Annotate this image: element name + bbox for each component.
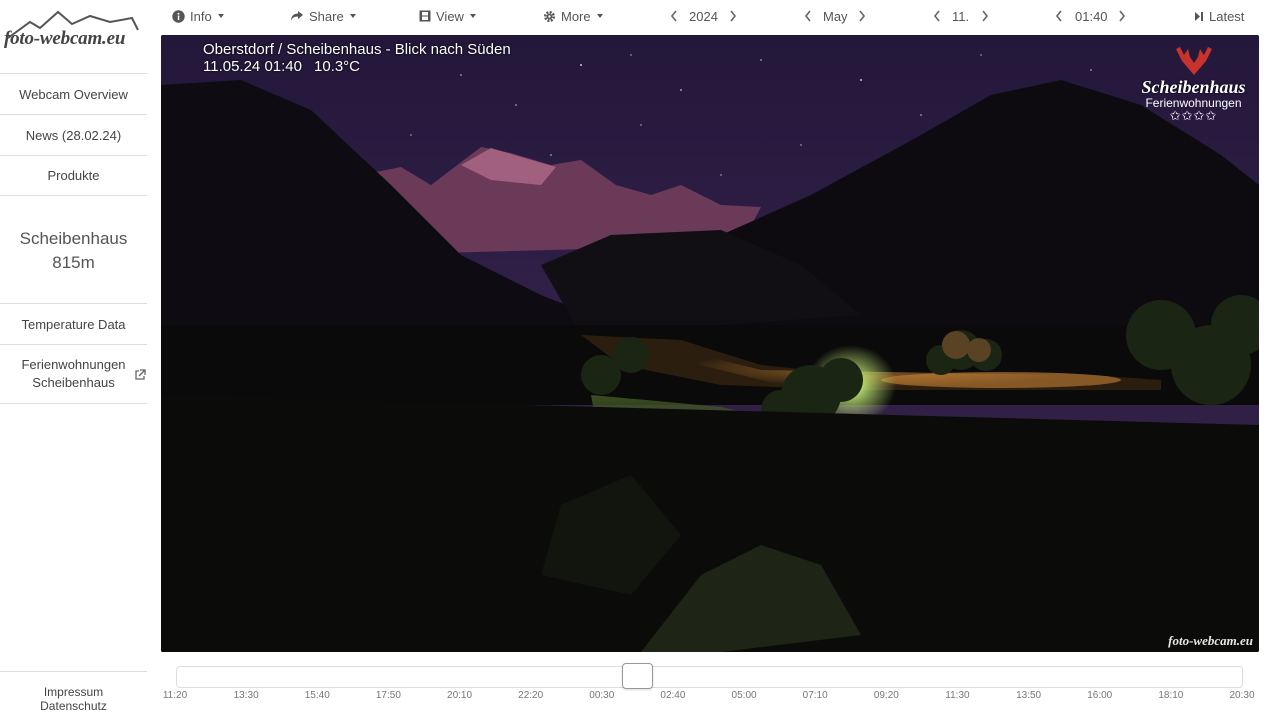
timeline-tick-label: 00:30 <box>589 690 615 701</box>
chevron-right-icon[interactable] <box>728 9 738 23</box>
timeline-tick-label: 07:10 <box>802 690 828 701</box>
sidebar: foto-webcam.eu Webcam Overview News (28.… <box>0 0 147 713</box>
share-menu-button[interactable]: Share <box>290 7 356 25</box>
image-title: Oberstdorf / Scheibenhaus - Blick nach S… <box>203 41 511 58</box>
webcam-scene <box>161 35 1259 652</box>
image-temperature: 10.3°C <box>313 58 361 75</box>
camera-altitude: 815m <box>52 252 95 272</box>
latest-label: Latest <box>1209 8 1245 24</box>
webcam-image[interactable]: Oberstdorf / Scheibenhaus - Blick nach S… <box>161 35 1259 652</box>
more-menu-button[interactable]: More <box>543 7 603 25</box>
info-label: Info <box>190 8 212 24</box>
impressum-link[interactable]: Impressum <box>0 685 147 699</box>
sidebar-item-news[interactable]: News (28.02.24) <box>0 114 147 155</box>
sidebar-nav-secondary: Temperature Data Ferienwohnungen Scheibe… <box>0 303 147 404</box>
chevron-right-icon[interactable] <box>980 9 990 23</box>
timeline-tick-label: 13:50 <box>1016 690 1042 701</box>
top-toolbar: Info Share View More 2024 May 11. 01:40 … <box>147 0 1280 32</box>
timeline-tick-label: 02:40 <box>660 690 686 701</box>
datenschutz-link[interactable]: Datenschutz <box>0 699 147 713</box>
caret-down-icon <box>469 14 476 18</box>
caret-down-icon <box>349 14 356 18</box>
sidebar-item-label: Ferienwohnungen Scheibenhaus <box>21 357 126 390</box>
chevron-right-icon[interactable] <box>1117 9 1127 23</box>
share-icon <box>291 11 303 21</box>
timeline-tick-label: 05:00 <box>731 690 757 701</box>
timeline-tick-label: 11:20 <box>162 690 188 701</box>
timeline-handle[interactable] <box>621 663 653 689</box>
timeline-tick-label: 16:00 <box>1087 690 1113 701</box>
sidebar-item-produkte[interactable]: Produkte <box>0 155 147 196</box>
gear-icon <box>544 10 555 22</box>
month-value: May <box>823 8 848 24</box>
timeline-track[interactable] <box>176 666 1243 688</box>
sponsor-logo[interactable]: Scheibenhaus Ferienwohnungen ✩✩✩✩ <box>1136 43 1251 124</box>
view-menu-button[interactable]: View <box>419 7 476 25</box>
camera-name: Scheibenhaus 815m <box>0 197 147 304</box>
external-link-icon <box>135 369 146 380</box>
chevron-left-icon[interactable] <box>669 9 679 23</box>
timeline-tick-label: 22:20 <box>518 690 544 701</box>
caret-down-icon <box>217 14 224 18</box>
film-icon <box>419 10 431 22</box>
sidebar-item-ferienwohnungen[interactable]: Ferienwohnungen Scheibenhaus <box>0 344 147 404</box>
image-datetime: 11.05.24 01:40 <box>203 58 302 75</box>
sponsor-stars: ✩✩✩✩ <box>1169 108 1218 123</box>
day-value: 11. <box>952 8 970 24</box>
chevron-left-icon[interactable] <box>803 9 813 23</box>
timeline-tick-label: 17:50 <box>375 690 401 701</box>
camera-name-label: Scheibenhaus <box>19 228 128 248</box>
logo-text: foto-webcam.eu <box>4 28 126 49</box>
view-label: View <box>436 8 464 24</box>
chevron-left-icon[interactable] <box>932 9 942 23</box>
timeline-slider: 11:20 13:30 15:40 17:50 20:10 22:20 00:30 02:40… <box>161 660 1259 710</box>
caret-down-icon <box>596 14 603 18</box>
watermark: foto-webcam.eu <box>1168 633 1253 648</box>
image-meta: 11.05.24 01:40 10.3°C <box>203 58 511 75</box>
antlers-icon <box>1176 47 1212 75</box>
chevron-right-icon[interactable] <box>857 9 867 23</box>
timeline-tick-label: 20:10 <box>447 690 473 701</box>
timeline-tick-label: 20:30 <box>1229 690 1255 701</box>
image-caption: Oberstdorf / Scheibenhaus - Blick nach S… <box>203 41 511 75</box>
site-logo[interactable]: foto-webcam.eu <box>0 0 147 60</box>
footer-links: Impressum Datenschutz <box>0 671 147 713</box>
sidebar-item-temperature-data[interactable]: Temperature Data <box>0 303 147 344</box>
time-value: 01:40 <box>1075 8 1108 24</box>
share-label: Share <box>309 8 344 24</box>
timeline-tick-label: 13:30 <box>233 690 259 701</box>
sidebar-nav: Webcam Overview News (28.02.24) Produkte <box>0 73 147 196</box>
year-value: 2024 <box>689 8 718 24</box>
info-icon <box>172 9 185 23</box>
latest-button[interactable]: Latest <box>1194 7 1244 25</box>
info-menu-button[interactable]: Info <box>172 7 224 25</box>
timeline-tick-label: 18:10 <box>1158 690 1184 701</box>
sponsor-name: Scheibenhaus <box>1141 77 1246 97</box>
timeline-tick-label: 09:20 <box>873 690 899 701</box>
latest-icon <box>1195 11 1203 21</box>
more-label: More <box>561 8 591 24</box>
chevron-left-icon[interactable] <box>1054 9 1064 23</box>
timeline-tick-label: 15:40 <box>304 690 330 701</box>
timeline-tick-label: 11:30 <box>945 690 970 701</box>
sidebar-item-webcam-overview[interactable]: Webcam Overview <box>0 73 147 114</box>
